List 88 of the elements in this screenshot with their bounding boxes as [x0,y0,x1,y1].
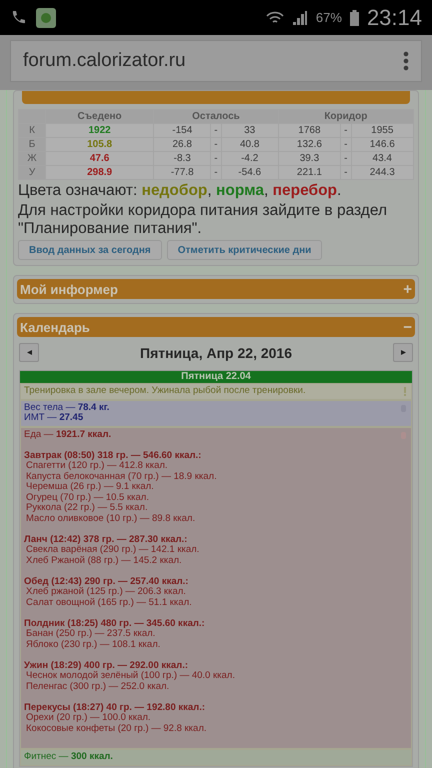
hint-text: Для настройки коридора питания зайдите в раздел "Планирование питания". [18,202,388,238]
table-cell: - [210,152,222,166]
signal-icon [292,10,308,26]
meal-title: Завтрак (08:50) 318 гр. — 546.60 ккал.: [24,450,202,461]
right-arrow-icon [400,350,406,355]
food-item: Чеснок молодой зелёный (100 гр.) — 40.0 ккал. [25,671,235,682]
battery-percent: 67% [316,10,342,25]
menu-icon[interactable] [403,51,409,71]
table-cell: -8.3 [154,152,211,166]
food-item: Огурец (70 гр.) — 10.5 ккал. [25,492,150,503]
food-item: Масло оливковое (10 гр.) — 89.8 ккал. [25,514,196,524]
row-label: Ж [18,152,46,166]
fitness-total: Фитнес — 300 ккал. [24,752,113,762]
food-item: Свекла варёная (290 гр.) — 142.1 ккал. [25,545,200,556]
table-cell: - [340,166,352,180]
food-item: Орехи (20 гр.) — 100.0 ккал. [25,713,152,724]
body-metric: Вес тела — 78.4 кг. [24,402,110,413]
row-label: Б [18,138,46,152]
table-cell: 244.3 [351,166,414,180]
address-bar[interactable]: forum.calorizator.ru [10,40,422,82]
table-cell: 298.9 [46,166,154,180]
food-total: Еда — 1921.7 ккал. [24,430,112,440]
left-arrow-icon [26,350,32,355]
table-cell: - [340,124,352,138]
exclamation-icon [403,387,407,396]
row-label: К [18,124,46,138]
table-cell: 1922 [46,124,154,138]
food-item: Спагетти (120 гр.) — 412.8 ккал. [25,461,169,472]
day-header: Пятница 22.04 [20,371,412,383]
clock: 23:14 [366,4,422,30]
table-cell: 132.6 [278,138,341,152]
color-legend: Цвета означают: недобор, норма, перебор. [18,182,414,200]
food-item: Салат овощной (165 гр.) — 51.1 ккал. [25,598,192,608]
column-header: Съедено [46,110,154,124]
food-item: Черемша (26 гр.) — 9.1 ккал. [25,482,155,492]
action-button[interactable]: Отметить критические дни [166,240,322,260]
table-cell: - [210,124,222,138]
panel-header[interactable]: Мой информер + [17,279,415,299]
table-cell: 43.4 [351,152,414,166]
panel-title: Мой информер [20,282,119,296]
next-button[interactable] [393,343,413,362]
table-cell: - [340,152,352,166]
table-cell: 105.8 [46,138,154,152]
food-item: Хлеб ржаной (125 гр.) — 206.3 ккал. [26,587,187,598]
table-cell: 33 [221,124,278,138]
food-item: Руккола (22 гр.) — 5.5 ккал. [25,503,149,514]
food-item: Капуста белокочанная (70 гр.) — 18.9 ккал. [25,472,217,482]
table-cell: -77.8 [154,166,211,180]
column-header: Осталось [154,110,278,124]
meal-title: Обед (12:43) 290 гр. — 257.40 ккал.: [24,576,190,586]
food-item: Яблоко (230 гр.) — 108.1 ккал. [25,640,162,650]
table-cell: 146.6 [351,138,414,152]
table-cell: 1768 [278,124,341,138]
row-label: У [18,166,46,180]
table-cell: - [210,166,222,180]
table-cell: 1955 [351,124,414,138]
meal-title: Перекусы (18:27) 40 гр. — 192.80 ккал.: [24,702,206,713]
battery-icon [350,10,359,26]
table-cell: -154 [154,124,211,138]
url-text: forum.calorizator.ru [23,50,187,72]
meal-title: Ланч (12:42) 378 гр. — 287.30 ккал.: [24,534,188,545]
table-cell: 40.8 [221,138,278,152]
meal-title: Полдник (18:25) 480 гр. — 345.60 ккал.: [24,618,205,629]
day-comment: Тренировка в зале вечером. Ужинала рыбой после тренировки. [24,386,306,396]
table-cell: 221.1 [278,166,341,180]
table-cell: - [210,138,222,152]
table-cell: -54.6 [221,166,278,180]
toggle-icon[interactable]: − [403,318,412,336]
previous-button[interactable] [19,343,39,362]
body-metric: ИМТ — 27.45 [24,413,84,424]
wifi-icon [266,10,284,26]
action-button[interactable]: Ввод данных за сегодня [18,240,162,260]
table-cell: -4.2 [221,152,278,166]
panel-header[interactable]: Календарь − [17,317,415,337]
table-cell: 39.3 [278,152,341,166]
table-cell: - [340,138,352,152]
app-icon [36,8,56,28]
toggle-icon[interactable]: + [403,280,412,298]
date-title: Пятница, Апр 22, 2016 [139,344,293,360]
food-item: Хлеб Ржаной (88 гр.) — 145.2 ккал. [25,556,183,566]
table-cell: 26.8 [154,138,211,152]
column-header: Коридор [278,110,414,124]
food-item: Банан (250 гр.) — 237.5 ккал. [25,629,156,640]
table-cell: 47.6 [46,152,154,166]
meal-title: Ужин (18:29) 400 гр. — 292.00 ккал.: [24,660,189,670]
food-item: Пеленгас (300 гр.) — 252.0 ккал. [25,682,170,692]
food-item: Кокосовые конфеты (20 гр.) — 92.8 ккал. [25,724,207,734]
panel-title: Календарь [20,320,91,334]
